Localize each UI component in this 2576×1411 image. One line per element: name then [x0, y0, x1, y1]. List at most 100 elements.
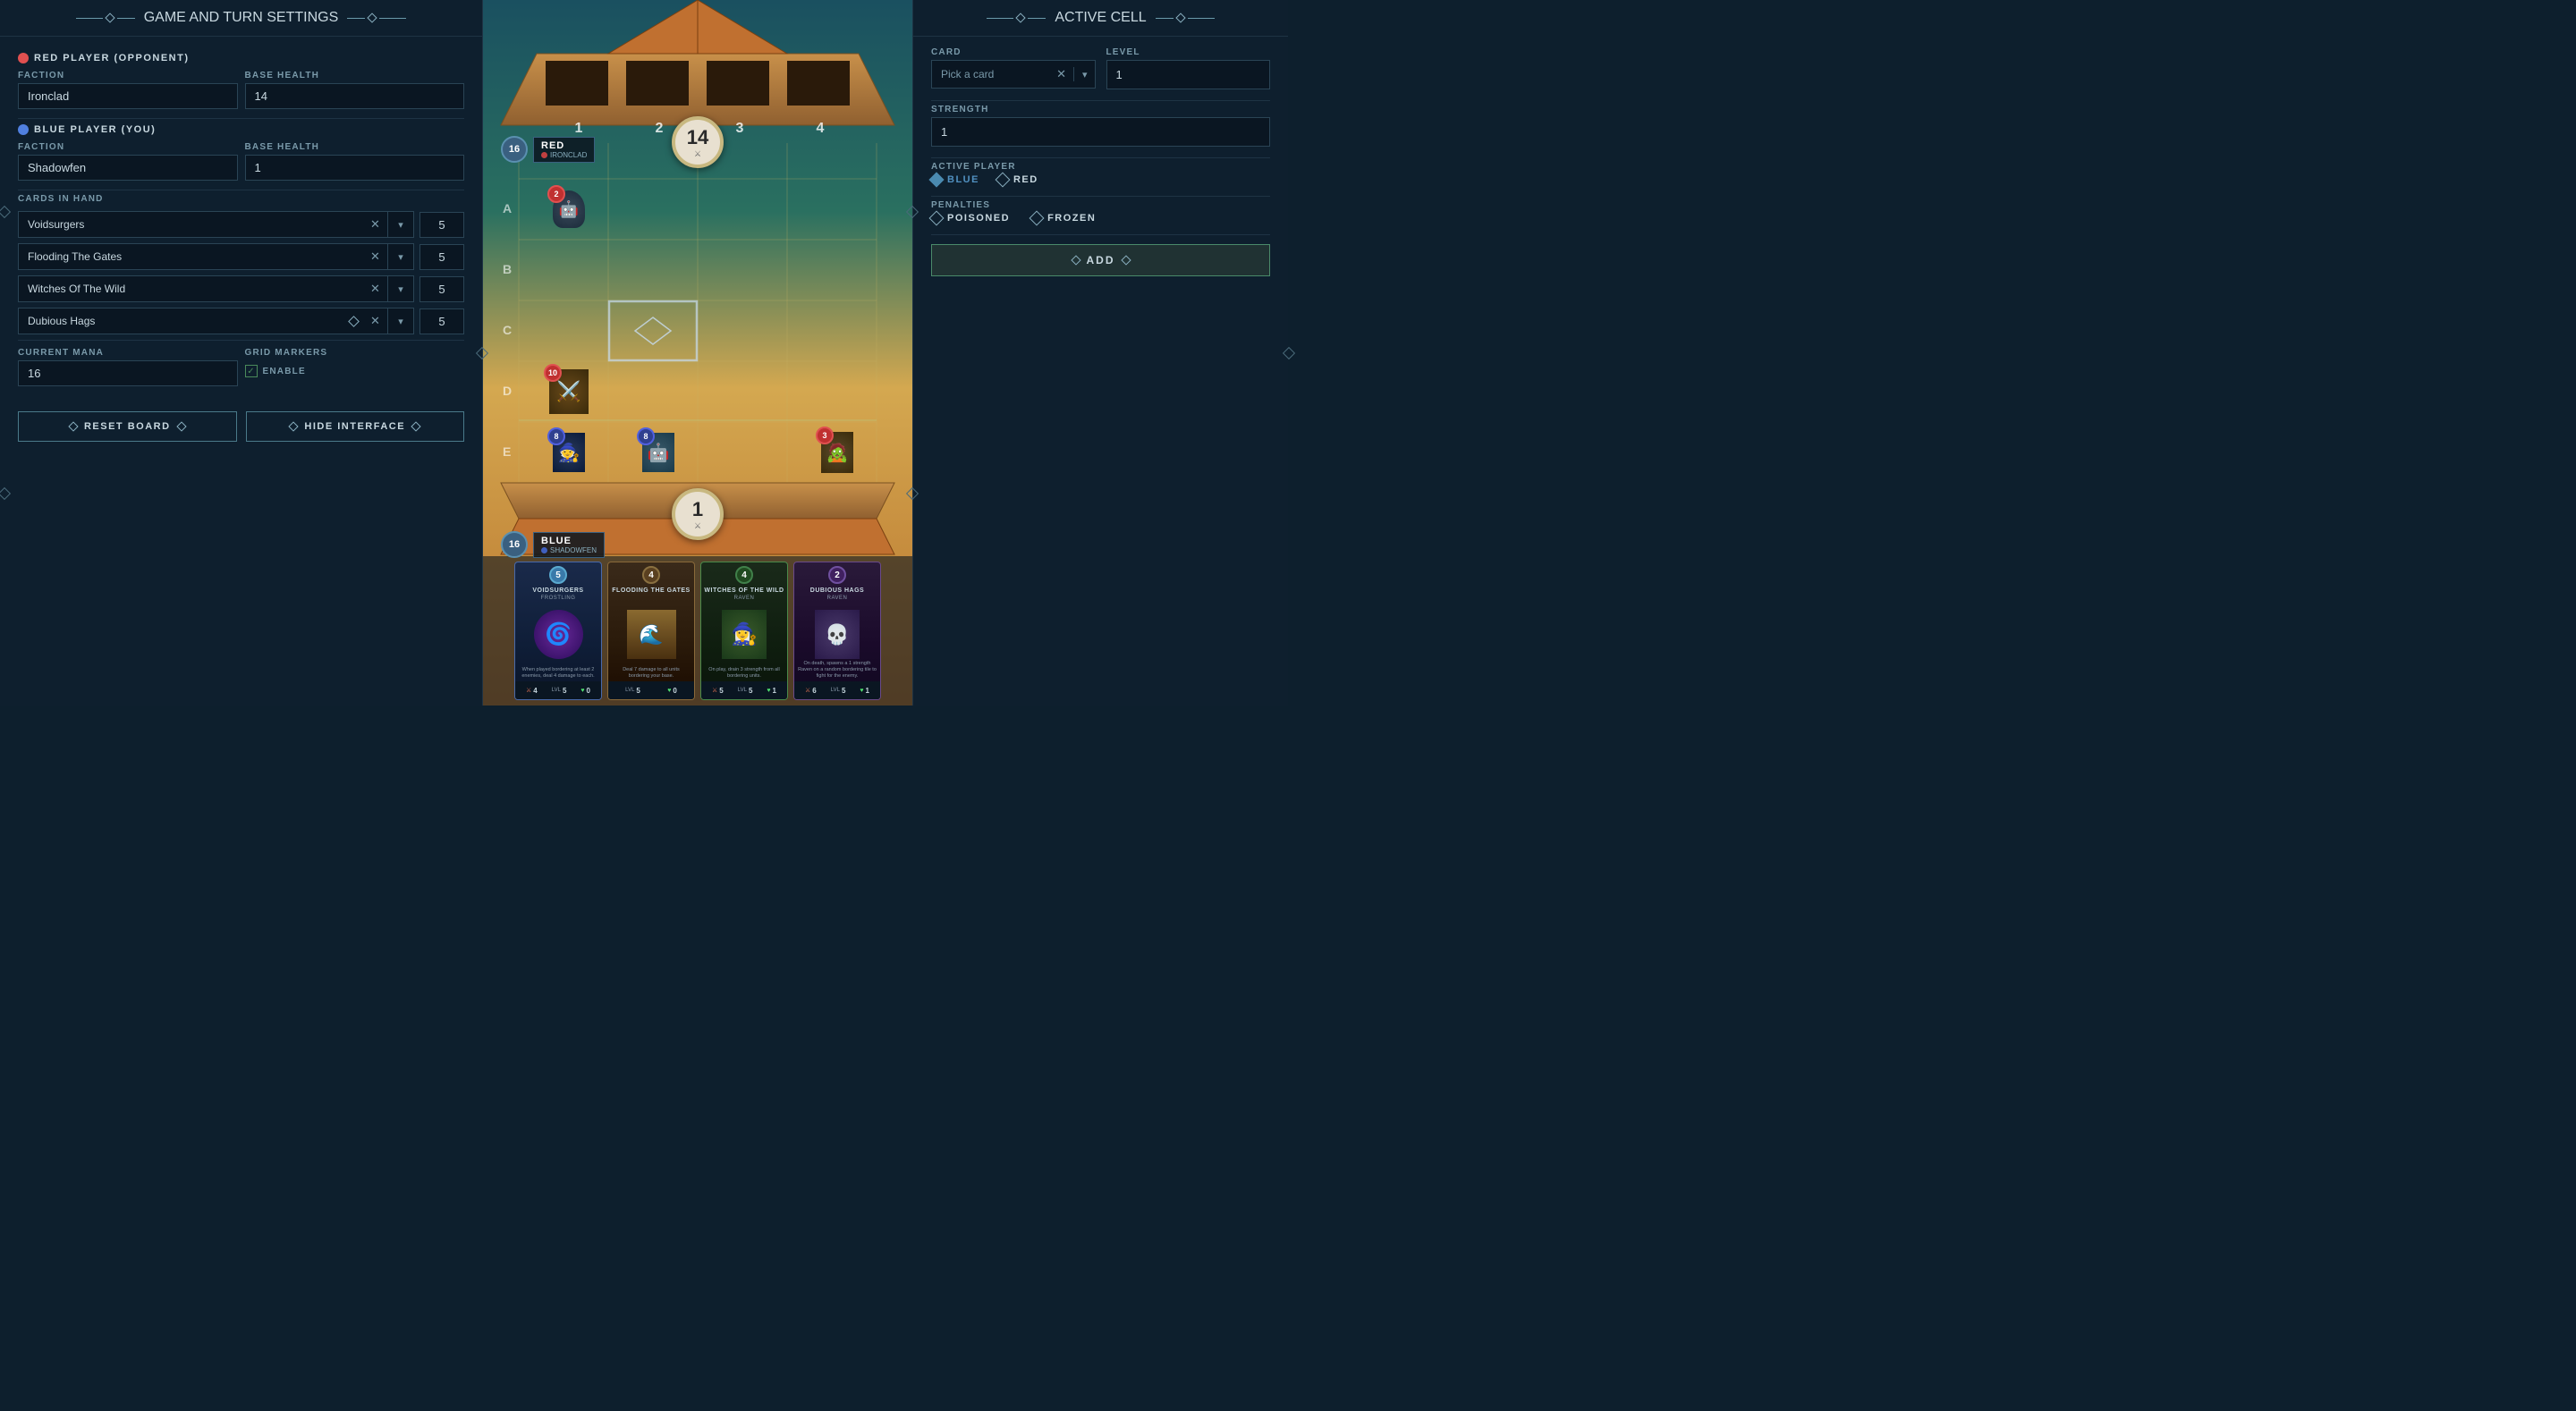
hand-card-dubious[interactable]: 2 DUBIOUS HAGS RAVEN 💀 On death, spawns … [793, 562, 881, 700]
card-3-count[interactable] [419, 276, 464, 302]
frozen-label: FROZEN [1047, 213, 1096, 224]
header-line [76, 18, 103, 19]
faction-label-red: FACTION [18, 71, 238, 83]
card-field: CARD Pick a card ✕ ▾ [931, 47, 1096, 89]
card-3-dropdown[interactable]: ▾ [388, 276, 413, 301]
card-name-voidsurgers: VOIDSURGERS [515, 587, 601, 594]
card-art-f: 🌊 [627, 610, 676, 659]
unit-a1[interactable]: 🤖 2 [530, 179, 608, 240]
left-header-title: GAME AND TURN SETTINGS [144, 10, 339, 26]
unit-e2-badge: 8 [637, 427, 655, 445]
blue-faction-input[interactable] [18, 155, 238, 181]
card-4-text: Dubious Hags [19, 308, 344, 334]
card-subfaction-voidsurgers: FROSTLING [515, 596, 601, 601]
header-line3 [347, 18, 365, 19]
hand-card-witches[interactable]: 4 WITCHES OF THE WILD RAVEN 🧙‍♀️ On play… [700, 562, 788, 700]
base-health-label-red: BASE HEALTH [245, 71, 465, 83]
card-stats-voidsurgers: ⚔ 4 LVL 5 ♥ 0 [515, 681, 601, 699]
frozen-checkbox[interactable] [1030, 211, 1045, 226]
blue-player-dot [18, 124, 29, 135]
right-panel-header: ACTIVE CELL [913, 0, 1288, 37]
red-health-input[interactable] [245, 83, 465, 109]
unit-d1[interactable]: ⚔️ 10 [530, 361, 608, 422]
card-select-2[interactable]: Flooding The Gates ✕ ▾ [18, 243, 414, 270]
card-1-dropdown[interactable]: ▾ [388, 212, 413, 237]
blue-health-input[interactable] [245, 155, 465, 181]
unit-e1[interactable]: 🧙 8 [530, 422, 608, 483]
reset-board-button[interactable]: RESET BOARD [18, 411, 237, 442]
red-health-value: 14 [687, 126, 708, 149]
header-line4 [379, 18, 406, 19]
blue-banner: 16 BLUE SHADOWFEN [501, 531, 605, 558]
card-2-clear[interactable]: ✕ [363, 244, 388, 269]
card-health-d: ♥ 1 [860, 687, 869, 695]
card-2-text: Flooding The Gates [19, 244, 363, 269]
card-art-d: 💀 [815, 610, 860, 659]
poisoned-checkbox[interactable] [929, 211, 945, 226]
red-health-icon: ⚔ [694, 149, 701, 159]
card-4-clear[interactable]: ✕ [363, 308, 388, 334]
grid-markers-field: GRID MARKERS ✓ ENABLE [245, 348, 465, 386]
radio-red-diamond [995, 173, 1010, 188]
card-name-witches: WITCHES OF THE WILD [701, 587, 787, 594]
svg-text:C: C [503, 323, 512, 337]
blue-player-label: BLUE PLAYER (YOU) [34, 124, 156, 135]
faction-label-blue: FACTION [18, 142, 238, 155]
add-button[interactable]: ADD [931, 244, 1270, 276]
card-image-voidsurgers: 🌀 [515, 605, 601, 663]
card-attack-w: ⚔ 5 [712, 687, 724, 695]
red-faction-dot [541, 152, 547, 158]
card-picker-clear[interactable]: ✕ [1049, 67, 1074, 81]
unit-e2[interactable]: 🤖 8 [619, 422, 698, 483]
hide-interface-button[interactable]: HIDE INTERFACE [246, 411, 465, 442]
card-select-1[interactable]: Voidsurgers ✕ ▾ [18, 211, 414, 238]
card-picker[interactable]: Pick a card ✕ ▾ [931, 60, 1096, 89]
add-btn-diamond-right [1121, 255, 1131, 265]
base-health-label-blue: BASE HEALTH [245, 142, 465, 155]
card-desc-voidsurgers: When played bordering at least 2 enemies… [519, 667, 597, 680]
card-4-dropdown[interactable]: ▾ [388, 308, 413, 334]
penalty-frozen[interactable]: FROZEN [1031, 213, 1096, 224]
sep3 [18, 340, 464, 341]
card-2-count[interactable] [419, 244, 464, 270]
right-panel-content: CARD Pick a card ✕ ▾ LEVEL STRENGTH ACTI [913, 37, 1288, 283]
red-player-row: RED PLAYER (OPPONENT) [18, 53, 464, 63]
mana-input[interactable] [18, 360, 238, 386]
red-health-circle: 14 ⚔ [672, 116, 724, 168]
penalty-poisoned[interactable]: POISONED [931, 213, 1010, 224]
level-input[interactable] [1106, 60, 1271, 89]
unit-e4[interactable]: 🧟 3 [798, 422, 877, 483]
bottom-fields: CURRENT MANA GRID MARKERS ✓ ENABLE [18, 348, 464, 386]
card-cost-voidsurgers: 5 [549, 566, 567, 584]
card-3-clear[interactable]: ✕ [363, 276, 388, 301]
card-1-count[interactable] [419, 212, 464, 238]
radio-red[interactable]: RED [997, 174, 1038, 185]
hand-card-voidsurgers[interactable]: 5 VOIDSURGERS FROSTLING 🌀 When played bo… [514, 562, 602, 700]
strength-input[interactable] [931, 117, 1270, 147]
radio-blue[interactable]: BLUE [931, 174, 979, 185]
poisoned-label: POISONED [947, 213, 1010, 224]
hand-card-flooding[interactable]: 4 FLOODING THE GATES 🌊 Deal 7 damage to … [607, 562, 695, 700]
add-btn-diamond-left [1071, 255, 1080, 265]
card-2-dropdown[interactable]: ▾ [388, 244, 413, 269]
card-picker-dropdown[interactable]: ▾ [1075, 69, 1095, 80]
r-header-diamond [1016, 13, 1026, 22]
hide-interface-label: HIDE INTERFACE [304, 421, 405, 432]
svg-text:D: D [503, 384, 512, 398]
blue-faction-name: SHADOWFEN [550, 546, 597, 554]
red-faction-input[interactable] [18, 83, 238, 109]
right-edge-diamond [1283, 346, 1295, 359]
card-1-clear[interactable]: ✕ [363, 212, 388, 237]
blue-name: BLUE [541, 536, 597, 546]
card-attack-d: ⚔ 6 [805, 687, 817, 695]
svg-text:1: 1 [575, 121, 583, 136]
enable-checkbox[interactable]: ✓ [245, 365, 258, 377]
svg-text:3: 3 [736, 121, 744, 136]
card-select-4[interactable]: Dubious Hags ✕ ▾ [18, 308, 414, 334]
header-deco-left [76, 14, 135, 21]
add-button-label: ADD [1087, 254, 1115, 266]
card-select-3[interactable]: Witches Of The Wild ✕ ▾ [18, 275, 414, 302]
card-4-count[interactable] [419, 308, 464, 334]
reset-board-label: RESET BOARD [84, 421, 171, 432]
card-desc-flooding: Deal 7 damage to all units bordering you… [612, 667, 691, 680]
